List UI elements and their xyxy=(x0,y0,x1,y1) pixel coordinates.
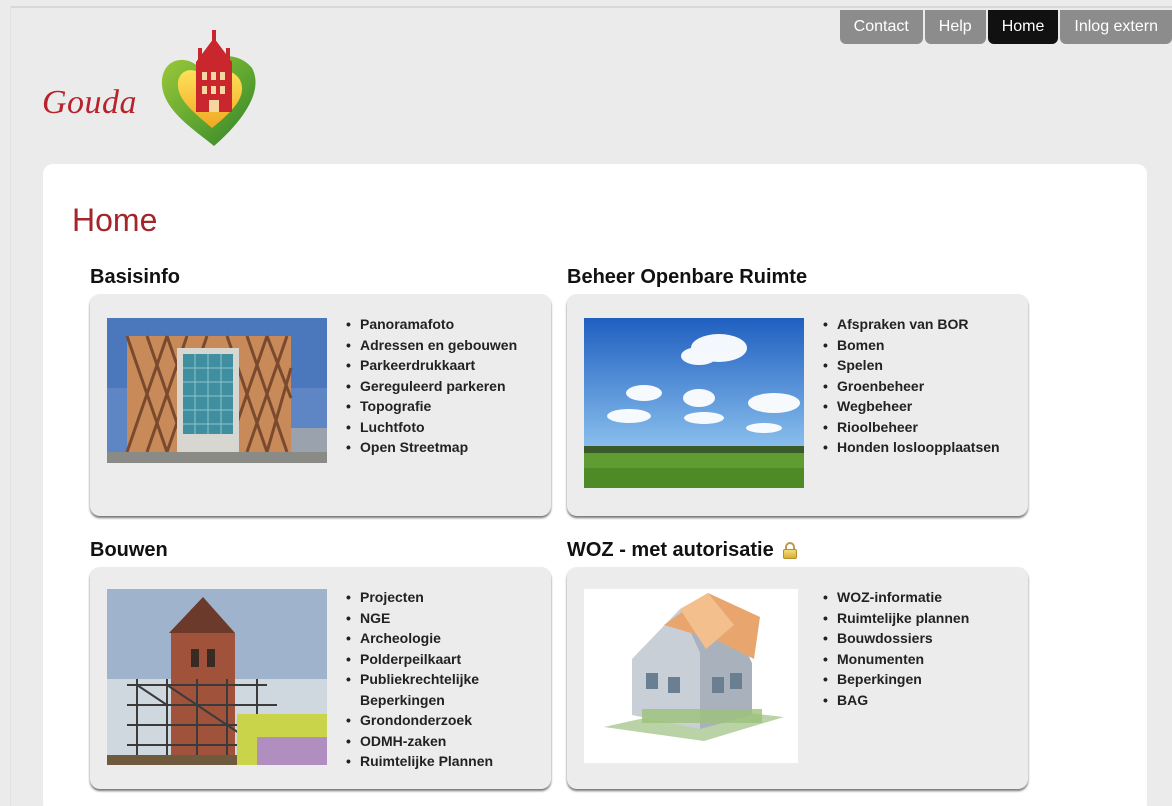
section-title-basisinfo: Basisinfo xyxy=(90,262,551,292)
top-border xyxy=(10,6,1172,8)
link-grondonderzoek[interactable]: Grondonderzoek xyxy=(344,710,544,731)
link-beperkingen[interactable]: Beperkingen xyxy=(821,669,1021,690)
section-title-bor: Beheer Openbare Ruimte xyxy=(567,262,1028,292)
nav-tab-contact[interactable]: Contact xyxy=(839,10,923,44)
link-publiekrechtelijke-beperkingen[interactable]: Publiekrechtelijke Beperkingen xyxy=(344,669,544,710)
nav-tab-help[interactable]: Help xyxy=(924,10,986,44)
top-navigation: Contact Help Home Inlog extern xyxy=(838,10,1172,46)
gouda-heart-emblem-icon xyxy=(161,30,256,146)
link-adressen-en-gebouwen[interactable]: Adressen en gebouwen xyxy=(344,335,544,356)
lock-icon xyxy=(782,541,798,559)
link-odmh-zaken[interactable]: ODMH-zaken xyxy=(344,731,544,752)
link-polderpeilkaart[interactable]: Polderpeilkaart xyxy=(344,649,544,670)
link-bouwdossiers[interactable]: Bouwdossiers xyxy=(821,628,1021,649)
city-hall-photo[interactable] xyxy=(107,318,327,463)
page-title: Home xyxy=(72,202,158,238)
section-title-bouwen: Bouwen xyxy=(90,535,551,565)
link-groenbeheer[interactable]: Groenbeheer xyxy=(821,376,1021,397)
links-bouwen: Projecten NGE Archeologie Polderpeilkaar… xyxy=(344,587,544,772)
card-bor: Afspraken van BOR Bomen Spelen Groenbehe… xyxy=(567,294,1028,516)
section-title-text: Basisinfo xyxy=(90,266,181,288)
logo-text: Gouda xyxy=(42,84,138,121)
main-panel: Home Basisinfo • Panoramafoto • Adressen… xyxy=(43,164,1147,806)
link-nge[interactable]: NGE xyxy=(344,608,544,629)
gouda-logo[interactable]: Gouda xyxy=(40,28,280,152)
section-beheer-openbare-ruimte: Beheer Openbare Ruimte • Afspraken van B… xyxy=(567,262,1028,516)
link-parkeerdrukkaart[interactable]: Parkeerdrukkaart xyxy=(344,355,544,376)
link-projecten[interactable]: Projecten xyxy=(344,587,544,608)
link-gereguleerd-parkeren[interactable]: Gereguleerd parkeren xyxy=(344,376,544,397)
links-bor: Afspraken van BOR Bomen Spelen Groenbehe… xyxy=(821,314,1021,458)
link-wegbeheer[interactable]: Wegbeheer xyxy=(821,396,1021,417)
church-scaffolding-photo[interactable] xyxy=(107,589,327,765)
left-border xyxy=(10,6,11,806)
nav-tab-inlog-extern[interactable]: Inlog extern xyxy=(1060,10,1172,44)
link-rioolbeheer[interactable]: Rioolbeheer xyxy=(821,417,1021,438)
link-afspraken-van-bor[interactable]: Afspraken van BOR xyxy=(821,314,1021,335)
section-basisinfo: Basisinfo • Panoramafoto • Adressen en g… xyxy=(90,262,551,516)
link-luchtfoto[interactable]: Luchtfoto xyxy=(344,417,544,438)
section-title-text: Beheer Openbare Ruimte xyxy=(567,266,808,288)
section-bouwen: Bouwen • Projecten • NGE • Archeologie •… xyxy=(90,535,551,789)
link-woz-informatie[interactable]: WOZ-informatie xyxy=(821,587,1021,608)
links-basisinfo: Panoramafoto Adressen en gebouwen Parkee… xyxy=(344,314,544,458)
link-spelen[interactable]: Spelen xyxy=(821,355,1021,376)
card-bouwen: Projecten NGE Archeologie Polderpeilkaar… xyxy=(90,567,551,789)
link-panoramafoto[interactable]: Panoramafoto xyxy=(344,314,544,335)
section-title-text: WOZ - met autorisatie xyxy=(567,539,774,561)
link-open-streetmap[interactable]: Open Streetmap xyxy=(344,437,544,458)
meadow-sky-photo[interactable] xyxy=(584,318,804,488)
section-woz: WOZ - met autorisatie • WOZ-informatie •… xyxy=(567,535,1028,789)
link-bomen[interactable]: Bomen xyxy=(821,335,1021,356)
section-title-woz: WOZ - met autorisatie xyxy=(567,535,1028,565)
card-woz: WOZ-informatie Ruimtelijke plannen Bouwd… xyxy=(567,567,1028,789)
link-archeologie[interactable]: Archeologie xyxy=(344,628,544,649)
link-ruimtelijke-plannen-woz[interactable]: Ruimtelijke plannen xyxy=(821,608,1021,629)
money-house-photo[interactable] xyxy=(584,589,798,763)
card-basisinfo: Panoramafoto Adressen en gebouwen Parkee… xyxy=(90,294,551,516)
section-title-text: Bouwen xyxy=(90,539,168,561)
link-monumenten[interactable]: Monumenten xyxy=(821,649,1021,670)
link-topografie[interactable]: Topografie xyxy=(344,396,544,417)
links-woz: WOZ-informatie Ruimtelijke plannen Bouwd… xyxy=(821,587,1021,710)
link-honden-losloopplaatsen[interactable]: Honden losloopplaatsen xyxy=(821,437,1021,458)
link-bag[interactable]: BAG xyxy=(821,690,1021,711)
link-ruimtelijke-plannen[interactable]: Ruimtelijke Plannen xyxy=(344,751,544,772)
nav-tab-home[interactable]: Home xyxy=(987,10,1059,44)
